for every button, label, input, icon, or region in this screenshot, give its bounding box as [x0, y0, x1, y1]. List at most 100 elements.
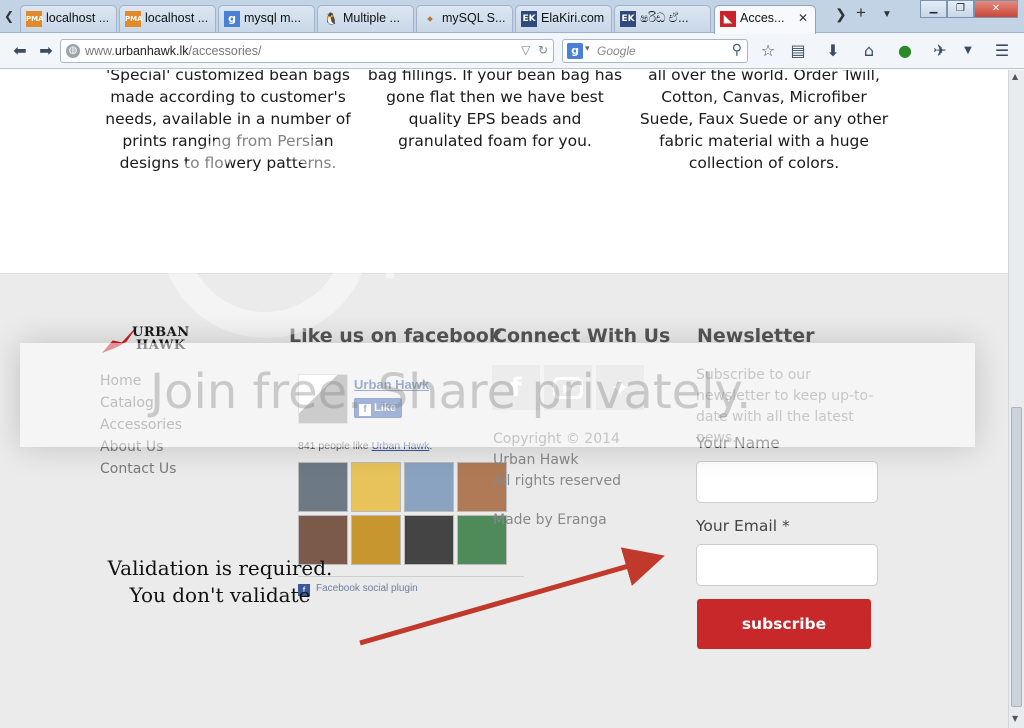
tab-title: localhost ...: [46, 11, 110, 25]
reload-icon[interactable]: ↻: [538, 43, 548, 57]
home-icon[interactable]: ⌂: [859, 41, 879, 61]
facebook-page-link[interactable]: Urban Hawk: [354, 377, 429, 392]
new-tab-button[interactable]: +: [856, 3, 866, 23]
chevron-down-icon[interactable]: ▾: [585, 44, 590, 54]
url-bar-controls: ▽ ↻: [521, 43, 548, 57]
tab-scroll-right-button[interactable]: ❯: [835, 6, 847, 23]
footer-link-catalog[interactable]: Catalog: [100, 392, 182, 414]
forward-button[interactable]: ➡: [36, 41, 56, 61]
facebook-icon: f: [359, 404, 371, 416]
bookmark-star-icon[interactable]: ☆: [758, 41, 778, 61]
feature-text-custom: 'Special' customized bean bags made acco…: [105, 70, 351, 172]
facebook-fan-avatar[interactable]: [298, 462, 348, 512]
addon-icon[interactable]: ●: [895, 41, 915, 61]
download-icon[interactable]: ⬇: [823, 41, 843, 61]
annotation-line: Validation is required.: [107, 556, 333, 580]
facebook-fan-avatar[interactable]: [404, 462, 454, 512]
list-tabs-button[interactable]: ▼: [882, 9, 892, 20]
urbanhawk-icon: ◣: [720, 11, 736, 27]
extension-icon[interactable]: ✈: [930, 41, 950, 61]
footer-nav: Home Catalog Accessories About Us Contac…: [100, 370, 182, 480]
tab-title: localhost ...: [145, 11, 209, 25]
url-text: www.urbanhawk.lk/accessories/: [85, 44, 262, 58]
facebook-fan-avatar[interactable]: [351, 462, 401, 512]
page-scrollbar[interactable]: ▲ ▼: [1008, 70, 1024, 728]
facebook-page-avatar[interactable]: [298, 374, 348, 424]
restore-button[interactable]: ❐: [947, 0, 974, 18]
copyright-text: Copyright © 2014 Urban Hawk All rights re…: [493, 431, 621, 489]
tab-title: Acces...: [740, 11, 785, 25]
search-icon[interactable]: ⚲: [732, 42, 742, 58]
elakiri-icon: EK: [620, 11, 636, 27]
elakiri-icon: EK: [521, 11, 537, 27]
connect-heading: Connect With Us: [493, 325, 671, 347]
browser-tab-bar: ❮ PMA localhost ... PMA localhost ... g …: [0, 0, 1024, 34]
browser-tab[interactable]: EK ElaKiri.com: [515, 5, 612, 32]
browser-nav-bar: ⬅ ➡ ◍ www.urbanhawk.lk/accessories/ ▽ ↻ …: [0, 33, 1024, 69]
email-field[interactable]: [696, 544, 878, 586]
browser-tab[interactable]: EK ෂරිඩ ඒ...: [614, 5, 711, 32]
annotation-note: Validation is required. You don't valida…: [100, 555, 340, 609]
facebook-like-button[interactable]: f Like: [354, 398, 402, 418]
made-by-text: Made by Eranga: [493, 512, 607, 528]
facebook-icon[interactable]: f: [492, 365, 540, 410]
youtube-icon[interactable]: ▶: [544, 365, 592, 410]
facebook-fan-avatar[interactable]: [351, 515, 401, 565]
history-dropdown-icon[interactable]: ▽: [521, 43, 530, 57]
close-tab-icon[interactable]: ✕: [798, 11, 808, 25]
subscribe-button[interactable]: subscribe: [697, 599, 871, 649]
minimize-button[interactable]: ▁: [920, 0, 947, 18]
facebook-heading: Like us on facebook: [289, 325, 502, 347]
facebook-fan-faces: [298, 462, 510, 565]
social-links: f ▶ ✦: [492, 365, 644, 410]
browser-tab[interactable]: g mysql m...: [218, 5, 315, 32]
browser-tab[interactable]: PMA localhost ...: [20, 5, 117, 32]
facebook-like-count: 841 people like Urban Hawk.: [298, 440, 433, 452]
feature-text-fabrics: all over the world. Order Twill, Cotton,…: [639, 70, 889, 172]
tab-title: ElaKiri.com: [541, 11, 605, 25]
tab-scroll-left-button[interactable]: ❮: [2, 7, 16, 25]
bookmark-icon: ⬩: [427, 11, 433, 27]
urbanhawk-logo[interactable]: URBAN HAWK: [102, 325, 200, 355]
browser-tab[interactable]: PMA localhost ...: [119, 5, 216, 32]
search-placeholder: Google: [597, 44, 636, 58]
twitter-icon[interactable]: ✦: [596, 365, 644, 410]
scrollbar-thumb[interactable]: [1011, 407, 1022, 707]
footer-link-home[interactable]: Home: [100, 370, 182, 392]
browser-tab-active[interactable]: ◣ Acces... ✕: [714, 5, 816, 34]
browser-tab[interactable]: ⬩ mySQL S...: [416, 5, 513, 32]
search-bar[interactable]: g ▾ Google ⚲: [562, 39, 748, 63]
feature-text-fillings: bag fillings. If your bean bag has gone …: [367, 70, 623, 150]
bookmarks-list-icon[interactable]: ▤: [788, 41, 808, 61]
google-icon[interactable]: g: [567, 43, 583, 59]
back-button[interactable]: ⬅: [10, 41, 30, 61]
tab-title: mysql m...: [244, 11, 301, 25]
page-viewport: 'Special' customized bean bags made acco…: [0, 70, 1008, 728]
footer-link-contact-us[interactable]: Contact Us: [100, 458, 182, 480]
menu-icon[interactable]: ☰: [992, 41, 1012, 61]
browser-tab[interactable]: 🐧 Multiple ...: [317, 5, 414, 32]
name-field[interactable]: [696, 461, 878, 503]
facebook-page-link-small[interactable]: Urban Hawk: [372, 440, 430, 452]
google-icon: g: [224, 11, 240, 27]
pma-icon: PMA: [26, 11, 44, 27]
tab-title: Multiple ...: [343, 11, 400, 25]
facebook-fan-avatar[interactable]: [404, 515, 454, 565]
scroll-up-icon[interactable]: ▲: [1012, 72, 1018, 81]
annotation-line: You don't validate: [129, 583, 311, 607]
scroll-down-icon[interactable]: ▼: [1012, 714, 1018, 723]
name-field-label: Your Name: [696, 434, 780, 452]
window-controls: ▁ ❐ ✕: [920, 0, 1018, 18]
chevron-down-icon[interactable]: ▼: [958, 41, 978, 61]
globe-icon: ◍: [66, 44, 80, 58]
linux-penguin-icon: 🐧: [323, 12, 339, 26]
url-bar[interactable]: ◍ www.urbanhawk.lk/accessories/ ▽ ↻: [60, 39, 554, 63]
footer-link-accessories[interactable]: Accessories: [100, 414, 182, 436]
site-footer: URBAN HAWK Home Catalog Accessories Abou…: [0, 273, 1008, 728]
close-window-button[interactable]: ✕: [974, 0, 1018, 18]
logo-text: URBAN HAWK: [132, 325, 190, 353]
tab-title: ෂරිඩ ඒ...: [640, 11, 689, 25]
newsletter-heading: Newsletter: [697, 325, 815, 347]
footer-link-about-us[interactable]: About Us: [100, 436, 182, 458]
email-field-label: Your Email *: [696, 517, 790, 535]
